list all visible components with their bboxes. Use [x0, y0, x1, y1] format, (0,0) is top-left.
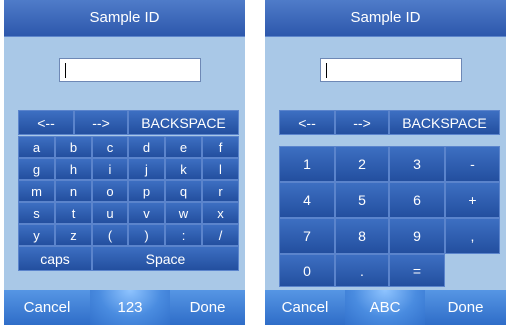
alpha-keypad-panel: Sample ID <-- --> BACKSPACE a b c d e f …	[4, 0, 245, 325]
cursor-left-key[interactable]: <--	[279, 110, 335, 135]
key-d[interactable]: d	[128, 136, 165, 158]
cursor-left-key[interactable]: <--	[18, 110, 74, 135]
key-q[interactable]: q	[165, 180, 202, 202]
key-y[interactable]: y	[18, 224, 55, 246]
key-equals[interactable]: =	[389, 254, 445, 287]
numeric-keys: <-- --> BACKSPACE 1 2 3 - 4 5 6 + 7 8 9 …	[279, 110, 500, 287]
key-a[interactable]: a	[18, 136, 55, 158]
key-x[interactable]: x	[202, 202, 239, 224]
bottom-bar: Cancel 123 Done	[4, 290, 245, 325]
key-z[interactable]: z	[55, 224, 92, 246]
key-u[interactable]: u	[92, 202, 128, 224]
bottom-bar: Cancel ABC Done	[265, 290, 506, 325]
backspace-key[interactable]: BACKSPACE	[128, 110, 239, 135]
title-bar: Sample ID	[265, 0, 506, 37]
cursor-right-key[interactable]: -->	[74, 110, 128, 135]
key-k[interactable]: k	[165, 158, 202, 180]
key-h[interactable]: h	[55, 158, 92, 180]
done-button[interactable]: Done	[425, 290, 506, 325]
key-0[interactable]: 0	[279, 254, 335, 287]
key-g[interactable]: g	[18, 158, 55, 180]
key-j[interactable]: j	[128, 158, 165, 180]
key-plus[interactable]: +	[445, 182, 500, 218]
key-7[interactable]: 7	[279, 218, 335, 254]
cursor-right-key[interactable]: -->	[335, 110, 389, 135]
key-8[interactable]: 8	[335, 218, 389, 254]
numeric-keypad-panel: Sample ID <-- --> BACKSPACE 1 2 3 - 4 5 …	[265, 0, 506, 325]
title-bar: Sample ID	[4, 0, 245, 37]
key-minus[interactable]: -	[445, 146, 500, 182]
key-f[interactable]: f	[202, 136, 239, 158]
key-b[interactable]: b	[55, 136, 92, 158]
text-cursor	[326, 63, 327, 78]
sample-id-input[interactable]	[320, 58, 462, 82]
key-n[interactable]: n	[55, 180, 92, 202]
done-button[interactable]: Done	[170, 290, 245, 325]
alpha-mode-button[interactable]: ABC	[345, 290, 425, 325]
key-9[interactable]: 9	[389, 218, 445, 254]
backspace-key[interactable]: BACKSPACE	[389, 110, 500, 135]
key-2[interactable]: 2	[335, 146, 389, 182]
key-colon[interactable]: :	[165, 224, 202, 246]
key-decimal-point[interactable]: .	[335, 254, 389, 287]
numeric-mode-button[interactable]: 123	[90, 290, 170, 325]
key-c[interactable]: c	[92, 136, 128, 158]
key-4[interactable]: 4	[279, 182, 335, 218]
cancel-button[interactable]: Cancel	[265, 290, 345, 325]
text-cursor	[65, 63, 66, 78]
key-l[interactable]: l	[202, 158, 239, 180]
alpha-keys: <-- --> BACKSPACE a b c d e f g h i j k …	[18, 110, 239, 287]
key-5[interactable]: 5	[335, 182, 389, 218]
key-t[interactable]: t	[55, 202, 92, 224]
key-3[interactable]: 3	[389, 146, 445, 182]
key-s[interactable]: s	[18, 202, 55, 224]
caps-key[interactable]: caps	[18, 246, 92, 271]
key-open-paren[interactable]: (	[92, 224, 128, 246]
key-6[interactable]: 6	[389, 182, 445, 218]
key-close-paren[interactable]: )	[128, 224, 165, 246]
key-e[interactable]: e	[165, 136, 202, 158]
key-m[interactable]: m	[18, 180, 55, 202]
space-key[interactable]: Space	[92, 246, 239, 271]
key-o[interactable]: o	[92, 180, 128, 202]
key-slash[interactable]: /	[202, 224, 239, 246]
key-i[interactable]: i	[92, 158, 128, 180]
sample-id-input[interactable]	[59, 58, 201, 82]
key-v[interactable]: v	[128, 202, 165, 224]
key-w[interactable]: w	[165, 202, 202, 224]
cancel-button[interactable]: Cancel	[4, 290, 90, 325]
key-1[interactable]: 1	[279, 146, 335, 182]
key-p[interactable]: p	[128, 180, 165, 202]
key-comma[interactable]: ,	[445, 218, 500, 254]
key-r[interactable]: r	[202, 180, 239, 202]
